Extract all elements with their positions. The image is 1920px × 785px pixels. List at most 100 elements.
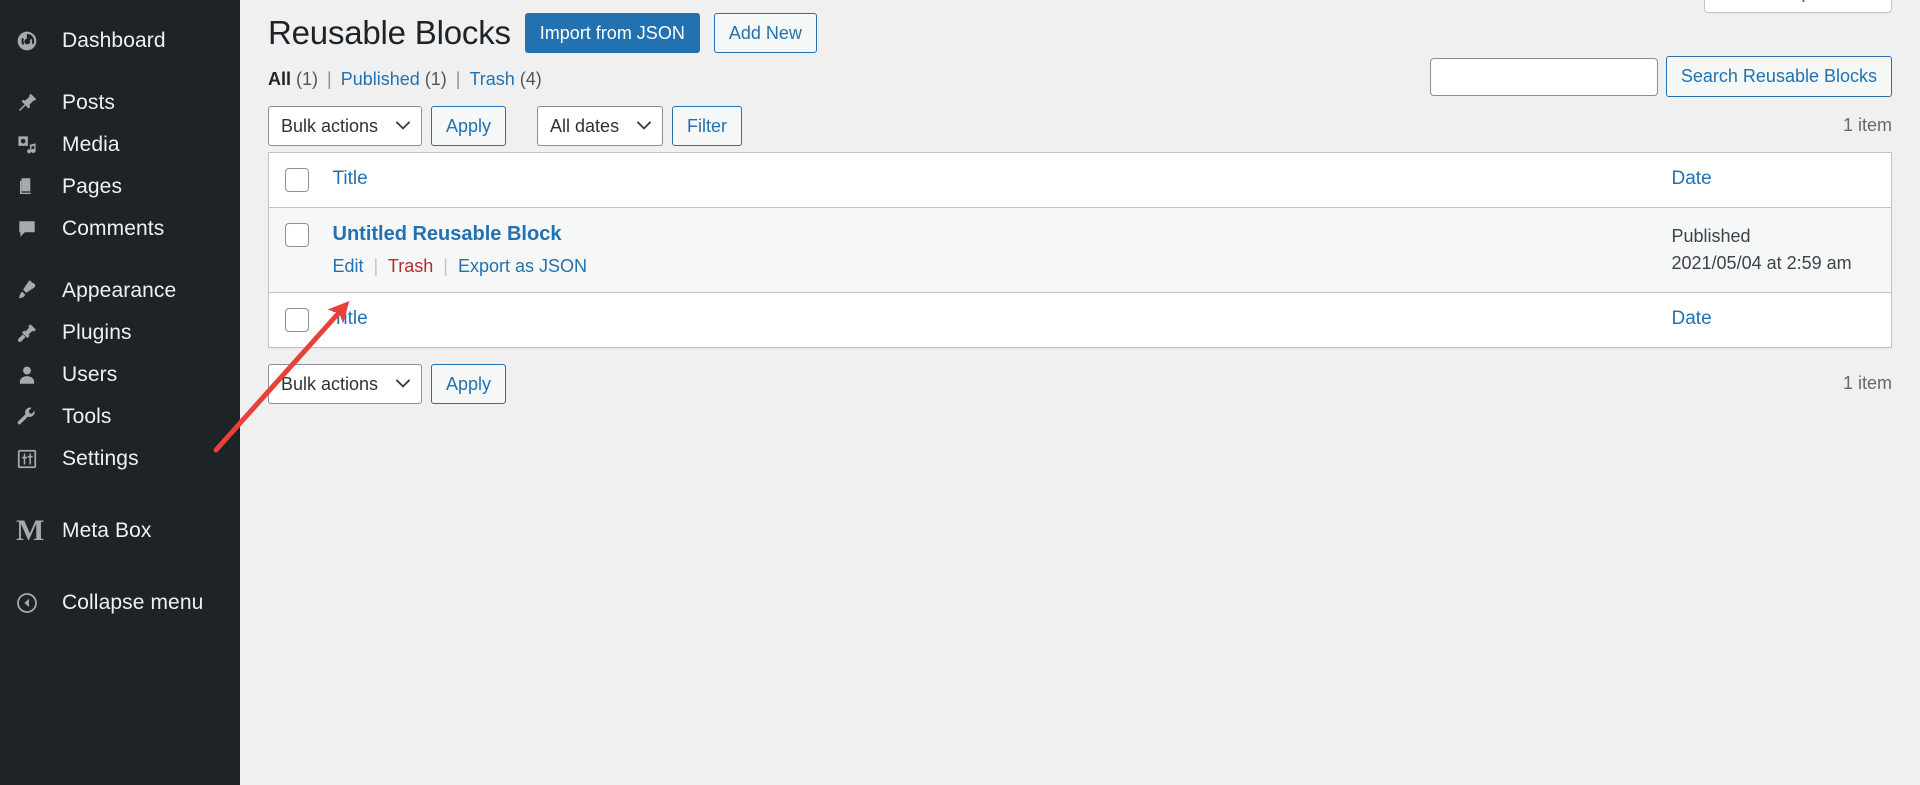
row-action-edit[interactable]: Edit	[333, 256, 364, 276]
row-date-status: Published	[1671, 225, 1751, 246]
sidebar-group-spacer-2	[0, 250, 240, 270]
filter-count-published: (1)	[424, 68, 447, 89]
row-action-separator: |	[373, 255, 379, 276]
reusable-blocks-table: Title Date Untitled Reusable Block Edit …	[268, 151, 1892, 348]
collapse-arrow-icon	[16, 592, 56, 614]
table-footer-row: Title Date	[268, 292, 1892, 348]
select-all-checkbox-top[interactable]	[285, 167, 309, 192]
tablenav-bottom: Bulk actions Apply 1 item	[268, 362, 1892, 406]
sidebar-item-label: Plugins	[62, 321, 132, 344]
filter-count-all: (1)	[296, 68, 319, 89]
select-all-footer	[268, 292, 327, 348]
wrench-icon	[16, 406, 56, 428]
table-row: Untitled Reusable Block Edit | Trash | E…	[268, 207, 1892, 293]
sidebar-top-spacer	[0, 0, 240, 20]
row-date-cell: Published 2021/05/04 at 2:59 am	[1661, 207, 1892, 293]
filter-link-trash-wrap: Trash (4)	[469, 69, 541, 90]
screen-options-button[interactable]: Screen Options ▼	[1704, 0, 1892, 13]
filter-link-published[interactable]: Published	[341, 69, 420, 90]
row-actions: Edit | Trash | Export as JSON	[333, 256, 1652, 277]
table-body: Untitled Reusable Block Edit | Trash | E…	[268, 207, 1892, 293]
sidebar-item-label: Meta Box	[62, 519, 152, 542]
pin-icon	[16, 92, 56, 114]
tablenav-top-actions: Bulk actions Apply All dates Filter	[268, 105, 743, 146]
search-input[interactable]	[1429, 57, 1658, 96]
tablenav-bottom-actions: Bulk actions Apply	[268, 363, 507, 404]
wordpress-admin-screen: Dashboard Posts Media Pages Comments App…	[0, 0, 1920, 785]
row-action-trash[interactable]: Trash	[388, 256, 433, 276]
apply-button-bottom[interactable]: Apply	[431, 363, 507, 404]
sidebar-item-tools[interactable]: Tools	[0, 396, 240, 438]
sidebar-item-label: Users	[62, 363, 118, 386]
filter-link-all[interactable]: All	[268, 69, 291, 90]
sidebar-item-meta-box[interactable]: M Meta Box	[0, 510, 240, 552]
sidebar-item-dashboard[interactable]: Dashboard	[0, 20, 240, 62]
sidebar-collapse-label: Collapse menu	[62, 591, 204, 614]
sidebar-item-label: Media	[62, 133, 120, 156]
row-action-separator: |	[443, 255, 448, 276]
sidebar-item-settings[interactable]: Settings	[0, 438, 240, 480]
sidebar-item-comments[interactable]: Comments	[0, 208, 240, 250]
bulk-actions-select-bottom[interactable]: Bulk actions	[268, 363, 422, 404]
sidebar-item-label: Settings	[62, 447, 139, 470]
select-all-checkbox-bottom[interactable]	[285, 307, 309, 332]
column-header-date-top[interactable]: Date	[1661, 152, 1892, 208]
row-select-checkbox[interactable]	[285, 222, 309, 247]
sidebar-item-label: Pages	[62, 175, 123, 198]
row-title-link[interactable]: Untitled Reusable Block	[333, 223, 562, 246]
tablenav-top: Bulk actions Apply All dates Filter 1 it…	[268, 104, 1892, 148]
column-header-date-bottom[interactable]: Date	[1661, 292, 1892, 348]
paintbrush-icon	[16, 280, 56, 302]
media-icon	[16, 134, 56, 156]
sidebar-group-spacer-4	[0, 552, 240, 582]
filter-link-trash[interactable]: Trash	[469, 69, 514, 90]
table-head: Title Date	[268, 152, 1892, 208]
screen-options-label: Screen Options	[1721, 0, 1852, 4]
table-header-row: Title Date	[268, 152, 1892, 208]
row-title-cell: Untitled Reusable Block Edit | Trash | E…	[326, 207, 1662, 293]
sidebar-item-users[interactable]: Users	[0, 354, 240, 396]
select-all-header	[268, 152, 327, 208]
bulk-actions-select-wrap-top: Bulk actions	[268, 105, 422, 146]
sidebar-item-label: Comments	[62, 217, 165, 240]
user-icon	[16, 364, 56, 386]
comment-icon	[16, 218, 56, 240]
filter-button[interactable]: Filter	[672, 105, 743, 146]
column-header-title-bottom[interactable]: Title	[326, 292, 1662, 348]
displaying-num-bottom: 1 item	[1842, 373, 1892, 394]
filter-count-trash: (4)	[519, 68, 542, 89]
apply-button-top[interactable]: Apply	[431, 105, 507, 146]
sidebar-item-label: Tools	[62, 405, 112, 428]
sidebar-item-posts[interactable]: Posts	[0, 82, 240, 124]
filter-link-all-wrap: All (1) |	[268, 69, 341, 90]
sidebar-item-label: Dashboard	[62, 29, 166, 52]
sidebar-item-media[interactable]: Media	[0, 124, 240, 166]
sidebar-item-label: Appearance	[62, 279, 177, 302]
sliders-icon	[16, 448, 56, 470]
sidebar-collapse-menu[interactable]: Collapse menu	[0, 582, 240, 624]
import-from-json-button[interactable]: Import from JSON	[524, 13, 700, 54]
page-title: Reusable Blocks	[268, 14, 511, 51]
bulk-actions-select-wrap-bottom: Bulk actions	[268, 363, 422, 404]
displaying-num-top: 1 item	[1842, 115, 1892, 136]
sidebar-item-plugins[interactable]: Plugins	[0, 312, 240, 354]
filter-separator: |	[455, 68, 461, 89]
sidebar-item-appearance[interactable]: Appearance	[0, 270, 240, 312]
chevron-down-icon: ▼	[1862, 0, 1875, 1]
column-header-title-top[interactable]: Title	[326, 152, 1662, 208]
add-new-button[interactable]: Add New	[713, 13, 817, 54]
pages-icon	[16, 176, 56, 198]
sidebar-item-pages[interactable]: Pages	[0, 166, 240, 208]
search-box: Search Reusable Blocks	[1429, 56, 1892, 97]
row-checkbox-cell	[268, 207, 327, 293]
filter-link-published-wrap: Published (1) |	[341, 69, 470, 90]
screen-meta-links: Screen Options ▼	[1704, 0, 1892, 13]
sidebar-item-label: Posts	[62, 91, 116, 114]
sidebar-group-spacer-1	[0, 62, 240, 82]
dates-filter-select[interactable]: All dates	[537, 105, 664, 146]
admin-main-content: Screen Options ▼ Reusable Blocks Import …	[240, 0, 1920, 785]
filter-separator: |	[327, 68, 332, 89]
search-submit-button[interactable]: Search Reusable Blocks	[1665, 56, 1892, 97]
bulk-actions-select-top[interactable]: Bulk actions	[268, 105, 422, 146]
row-action-export-as-json[interactable]: Export as JSON	[458, 256, 587, 276]
